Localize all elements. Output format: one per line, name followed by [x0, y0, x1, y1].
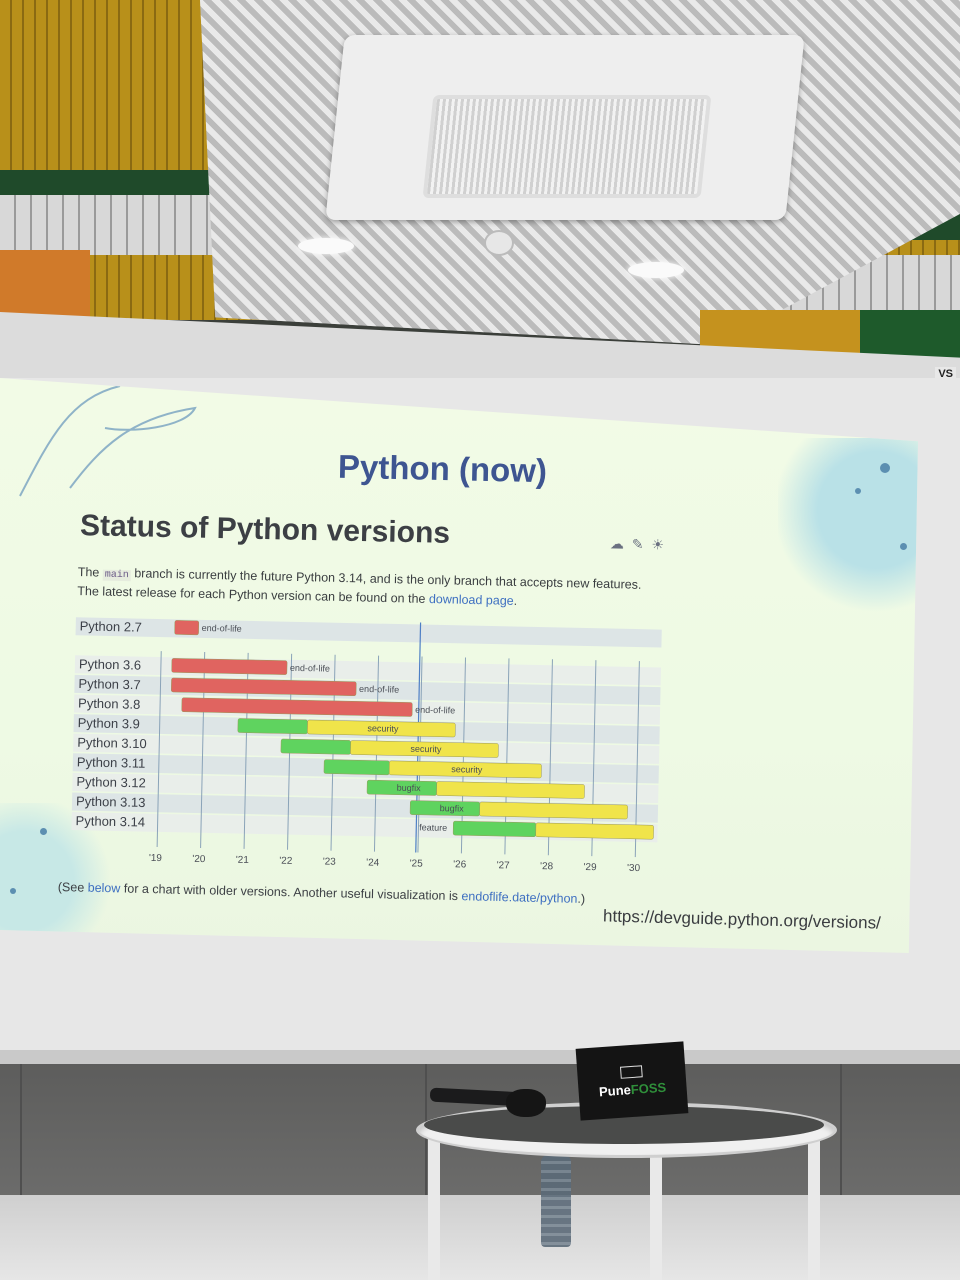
year-tick-label: '28	[540, 861, 554, 872]
bar-bugfix	[323, 759, 390, 776]
phase-label: security	[451, 764, 483, 775]
table-leg	[428, 1130, 440, 1280]
year-tick-label: '26	[453, 859, 467, 870]
version-label: Python 3.6	[79, 656, 141, 672]
projected-slide: Python (now) Status of Python versions ☁…	[0, 378, 918, 953]
name-tent-label: PuneFOSS	[599, 1079, 667, 1099]
version-label: Python 3.7	[78, 676, 140, 692]
year-tick-label: '27	[497, 860, 511, 871]
phase-label: end-of-life	[359, 684, 399, 695]
decoration-blob	[778, 438, 918, 618]
sprinkler	[484, 230, 514, 256]
ac-grille	[422, 95, 712, 198]
table-leg	[808, 1128, 820, 1280]
text: The	[77, 564, 103, 580]
phase-label: security	[367, 723, 399, 734]
bar-end-of-life	[171, 658, 288, 675]
year-tick-label: '24	[366, 857, 380, 868]
wall-seam	[840, 1064, 842, 1199]
decoration-dot	[855, 488, 861, 494]
version-label: Python 3.13	[76, 794, 146, 810]
slide-url: https://devguide.python.org/versions/	[602, 906, 882, 933]
table-leg	[650, 1140, 662, 1280]
phase-label: end-of-life	[290, 663, 330, 674]
version-label: Python 3.10	[77, 735, 147, 751]
bar-bugfix	[237, 718, 308, 735]
bar-feature	[452, 820, 537, 837]
phase-label: bugfix	[397, 783, 422, 794]
download-page-link[interactable]: download page	[429, 592, 514, 608]
version-label: Python 3.12	[76, 774, 146, 790]
endoflife-link[interactable]: endoflife.date/python	[461, 889, 577, 906]
bar-security	[479, 801, 628, 820]
screen-bottom-bar	[0, 1050, 960, 1064]
bar-security	[436, 781, 585, 799]
version-label: Python 3.9	[78, 715, 140, 731]
page-tools-icon: ☁ ✎ ☀	[609, 535, 667, 553]
decoration-dot	[10, 888, 16, 894]
punefoss-logo-icon	[619, 1064, 643, 1079]
gantt-chart: '19 '20 '21 '22 '23 '24 '25 '26 '27 '28 '29 '30 Pyth…	[71, 617, 662, 874]
year-tick-label: '19	[149, 853, 163, 864]
row-stripe	[75, 617, 662, 648]
text: .)	[577, 891, 586, 906]
version-status-chart: '19 '20 '21 '22 '23 '24 '25 '26 '27 '28 '29 '30 Pyth…	[57, 613, 672, 881]
version-label: Python 3.8	[78, 696, 140, 712]
ceiling-light	[628, 262, 684, 278]
microphone	[506, 1089, 546, 1117]
year-tick-label: '22	[279, 856, 293, 867]
code-main: main	[102, 569, 131, 582]
below-link[interactable]: below	[88, 881, 121, 896]
version-label: Python 3.11	[77, 754, 146, 770]
decoration-dot	[40, 828, 47, 835]
year-tick-label: '29	[583, 862, 597, 873]
text: (See	[57, 880, 88, 895]
year-tick-label: '20	[192, 854, 206, 865]
text: .	[513, 593, 518, 608]
name-accent: FOSS	[630, 1079, 667, 1097]
ceiling-light	[298, 238, 354, 254]
year-tick-label: '30	[627, 863, 641, 874]
year-tick-label: '23	[323, 857, 337, 868]
version-label: Python 3.14	[75, 813, 145, 829]
bar-end-of-life	[174, 620, 200, 636]
name-main: Pune	[598, 1081, 632, 1099]
year-tick-label: '21	[236, 855, 250, 866]
decoration-dot	[900, 543, 907, 550]
water-bottle	[541, 1155, 571, 1247]
decoration-swirl	[19, 385, 197, 497]
slide-description: The main branch is currently the future …	[77, 564, 678, 614]
decoration-dot	[880, 463, 890, 473]
slide-heading: Status of Python versions	[79, 509, 451, 550]
slide-title: Python (now)	[337, 447, 548, 490]
wall-seam	[20, 1064, 22, 1199]
year-tick-label: '25	[410, 858, 424, 869]
phase-label: security	[410, 744, 442, 755]
ceiling-strip	[0, 195, 220, 255]
bar-security	[535, 822, 654, 840]
version-label: Python 2.7	[80, 618, 142, 634]
wall-segment	[0, 250, 90, 320]
phase-label: feature	[419, 822, 447, 833]
bar-bugfix	[280, 738, 351, 755]
name-tent-card: PuneFOSS	[575, 1041, 689, 1121]
air-conditioner	[325, 35, 805, 220]
text: for a chart with older versions. Another…	[120, 881, 462, 904]
phase-label: end-of-life	[415, 705, 455, 716]
phase-label: end-of-life	[202, 623, 242, 634]
phase-label: bugfix	[440, 803, 465, 814]
slide-footnote: (See below for a chart with older versio…	[58, 880, 586, 906]
